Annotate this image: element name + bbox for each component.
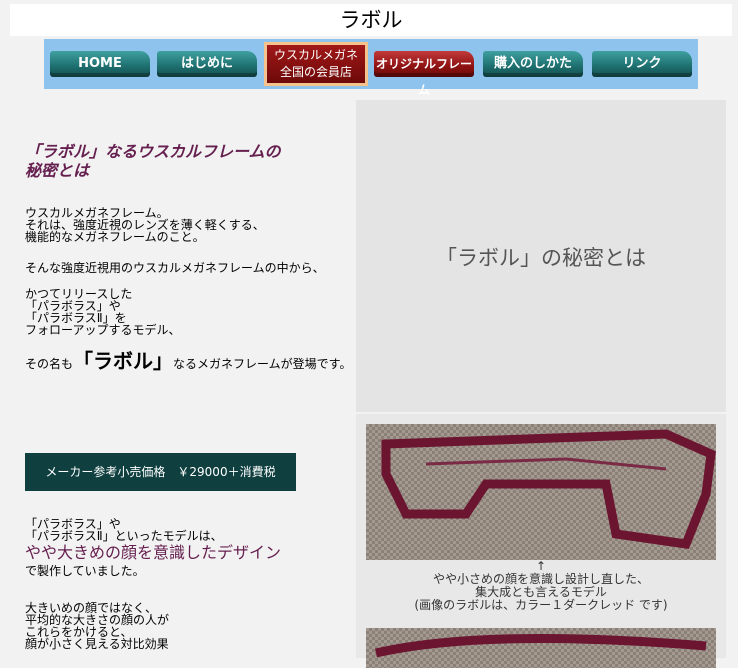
price-box: メーカー参考小売価格 ￥29000＋消費税 [25, 453, 296, 491]
photo-panel: ↑ やや小さめの顔を意識し設計し直した、 集大成とも言えるモデル (画像のラボルは… [356, 414, 726, 668]
paragraph-5: 「パラボラス」や 「パラボラスⅡ」といったモデルは、 [25, 517, 223, 543]
secret-title: 「ラボル」の秘密とは [436, 246, 646, 270]
paragraph-4: その名も「ラボル」なるメガネフレームが登場です。 [25, 349, 352, 373]
nav-original-frame-button[interactable]: オリジナルフレーム [374, 51, 474, 97]
nav-link-button[interactable]: リンク [592, 51, 692, 77]
intro-paragraph: ウスカルメガネフレーム。 それは、強度近視のレンズを薄く軽くする、 機能的なメガ… [25, 206, 265, 244]
page-title: ラボル [10, 4, 732, 36]
nav-member-line2: 全国の会員店 [279, 65, 352, 79]
paragraph-5-end: で製作していました。 [25, 564, 145, 578]
glasses-image-2 [375, 633, 707, 658]
section-heading: 「ラボル」なるウスカルフレームの 秘密とは [25, 142, 281, 180]
nav-bar: HOME はじめに ウスカルメガネ 全国の会員店 オリジナルフレーム 購入のしか… [44, 39, 698, 97]
paragraph-6: 大きいめの顔ではなく、 平均的な大きさの顔の人が これらをかけると、 顔が小さく… [25, 601, 170, 651]
nav-home-button[interactable]: HOME [50, 51, 150, 77]
paragraph-5-highlight: やや大きめの顔を意識したデザイン [25, 543, 282, 562]
paragraph-3: かつてリリースした 「パラボラス」や 「パラボラスⅡ」を フォローアップするモデ… [25, 287, 181, 337]
glasses-photo [366, 424, 716, 560]
glasses-photo-2 [366, 628, 716, 668]
nav-intro-button[interactable]: はじめに [157, 51, 257, 77]
left-column: 「ラボル」なるウスカルフレームの 秘密とは ウスカルメガネフレーム。 それは、強… [10, 100, 356, 658]
photo-caption: ↑ やや小さめの顔を意識し設計し直した、 集大成とも言えるモデル (画像のラボルは… [356, 560, 726, 612]
nav-member-line1: ウスカルメガネ [273, 48, 358, 62]
secret-panel: 「ラボル」の秘密とは [356, 100, 726, 412]
paragraph-2: そんな強度近視用のウスカルメガネフレームの中から、 [25, 261, 325, 275]
nav-purchase-button[interactable]: 購入のしかた [483, 51, 583, 77]
nav-member-stores-button[interactable]: ウスカルメガネ 全国の会員店 [264, 42, 368, 86]
glasses-image [381, 429, 716, 549]
